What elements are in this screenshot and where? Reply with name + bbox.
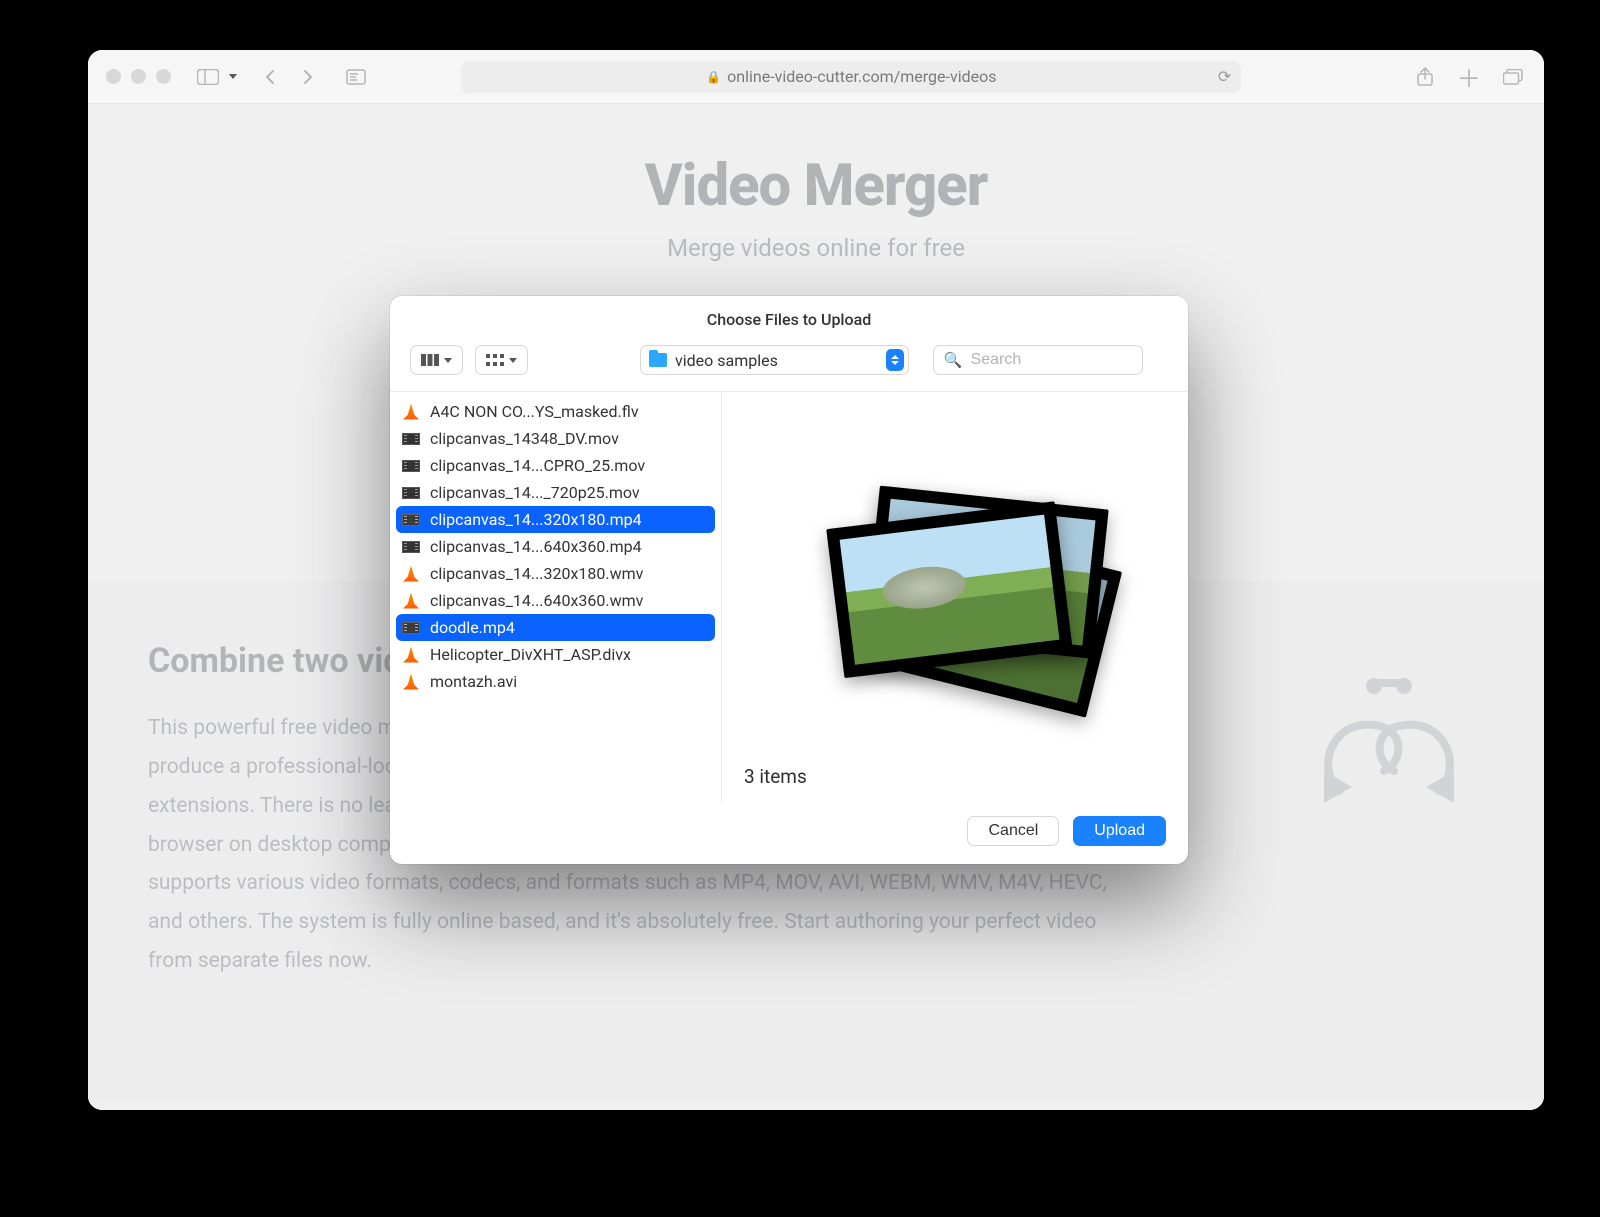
column-view-icon[interactable] [411,346,462,374]
preview-pane: 3 items [722,392,1188,802]
file-row[interactable]: clipcanvas_14...320x180.mp4 [396,506,715,533]
file-row[interactable]: clipcanvas_14...CPRO_25.mov [390,452,721,479]
file-row[interactable]: clipcanvas_14..._720p25.mov [390,479,721,506]
search-field[interactable]: 🔍 [933,345,1143,375]
hero-section: Video Merger Merge videos online for fre… [88,104,1544,262]
file-row[interactable]: clipcanvas_14...640x360.mp4 [390,533,721,560]
sidebar-toggle-icon[interactable] [195,62,221,92]
safari-window: 🔒 online-video-cutter.com/merge-videos ⟳… [88,50,1544,1110]
page-title: Video Merger [88,152,1544,220]
file-name: clipcanvas_14..._720p25.mov [430,483,640,502]
back-button[interactable] [257,62,283,92]
file-name: clipcanvas_14...320x180.wmv [430,564,643,583]
video-file-icon [402,511,420,529]
lock-icon: 🔒 [706,70,721,84]
close-window-icon[interactable] [106,69,121,84]
dialog-footer: Cancel Upload [390,802,1188,864]
file-row[interactable]: doodle.mp4 [396,614,715,641]
vlc-file-icon [402,565,420,583]
dialog-toolbar: video samples 🔍 [390,341,1188,392]
location-label: video samples [675,351,778,370]
file-name: clipcanvas_14...CPRO_25.mov [430,456,645,475]
window-controls[interactable] [106,69,171,84]
file-name: clipcanvas_14...320x180.mp4 [430,510,642,529]
chevron-down-icon[interactable] [229,74,237,79]
page-viewport: Video Merger Merge videos online for fre… [88,104,1544,1110]
preview-thumbnails [740,410,1170,759]
new-tab-icon[interactable]: ＋ [1456,62,1482,92]
view-mode-control[interactable] [410,345,463,375]
video-file-icon [402,619,420,637]
file-row[interactable]: montazh.avi [390,668,721,695]
vlc-file-icon [402,592,420,610]
search-input[interactable] [971,351,1132,369]
file-name: Helicopter_DivXHT_ASP.divx [430,645,631,664]
file-row[interactable]: Helicopter_DivXHT_ASP.divx [390,641,721,668]
file-name: montazh.avi [430,672,517,691]
folder-icon [649,353,667,367]
upload-button[interactable]: Upload [1073,816,1166,846]
video-file-icon [402,538,420,556]
forward-button[interactable] [295,62,321,92]
video-file-icon [402,457,420,475]
file-name: A4C NON CO...YS_masked.flv [430,402,639,421]
file-row[interactable]: A4C NON CO...YS_masked.flv [390,398,721,425]
grid-view-icon[interactable] [476,346,527,374]
file-row[interactable]: clipcanvas_14...320x180.wmv [390,560,721,587]
video-file-icon [402,430,420,448]
share-icon[interactable] [1412,62,1438,92]
minimize-window-icon[interactable] [131,69,146,84]
vlc-file-icon [402,673,420,691]
file-name: clipcanvas_14348_DV.mov [430,429,619,448]
selection-count: 3 items [740,759,1170,792]
vlc-file-icon [402,403,420,421]
reload-icon[interactable]: ⟳ [1218,67,1231,86]
chevron-down-icon [509,358,517,363]
address-bar[interactable]: 🔒 online-video-cutter.com/merge-videos ⟳ [461,61,1241,93]
file-row[interactable]: clipcanvas_14...640x360.wmv [390,587,721,614]
vlc-file-icon [402,646,420,664]
url-text: online-video-cutter.com/merge-videos [727,67,996,86]
video-file-icon [402,484,420,502]
page-subtitle: Merge videos online for free [88,234,1544,262]
location-popup[interactable]: video samples [640,345,909,375]
location-stepper-icon[interactable] [886,349,904,371]
file-name: doodle.mp4 [430,618,515,637]
file-name: clipcanvas_14...640x360.wmv [430,591,643,610]
privacy-report-icon[interactable] [343,62,369,92]
file-name: clipcanvas_14...640x360.mp4 [430,537,642,556]
file-chooser-dialog: Choose Files to Upload [390,296,1188,864]
search-icon: 🔍 [944,351,963,369]
zoom-window-icon[interactable] [156,69,171,84]
tabs-overview-icon[interactable] [1500,62,1526,92]
file-row[interactable]: clipcanvas_14348_DV.mov [390,425,721,452]
chevron-down-icon [444,358,452,363]
file-list[interactable]: A4C NON CO...YS_masked.flv clipcanvas_143… [390,392,722,802]
cancel-button[interactable]: Cancel [967,816,1059,846]
group-by-control[interactable] [475,345,528,375]
merger-illustration [1294,641,1484,981]
safari-toolbar: 🔒 online-video-cutter.com/merge-videos ⟳… [88,50,1544,104]
dialog-title: Choose Files to Upload [390,296,1188,341]
thumbnail-1 [826,501,1073,678]
